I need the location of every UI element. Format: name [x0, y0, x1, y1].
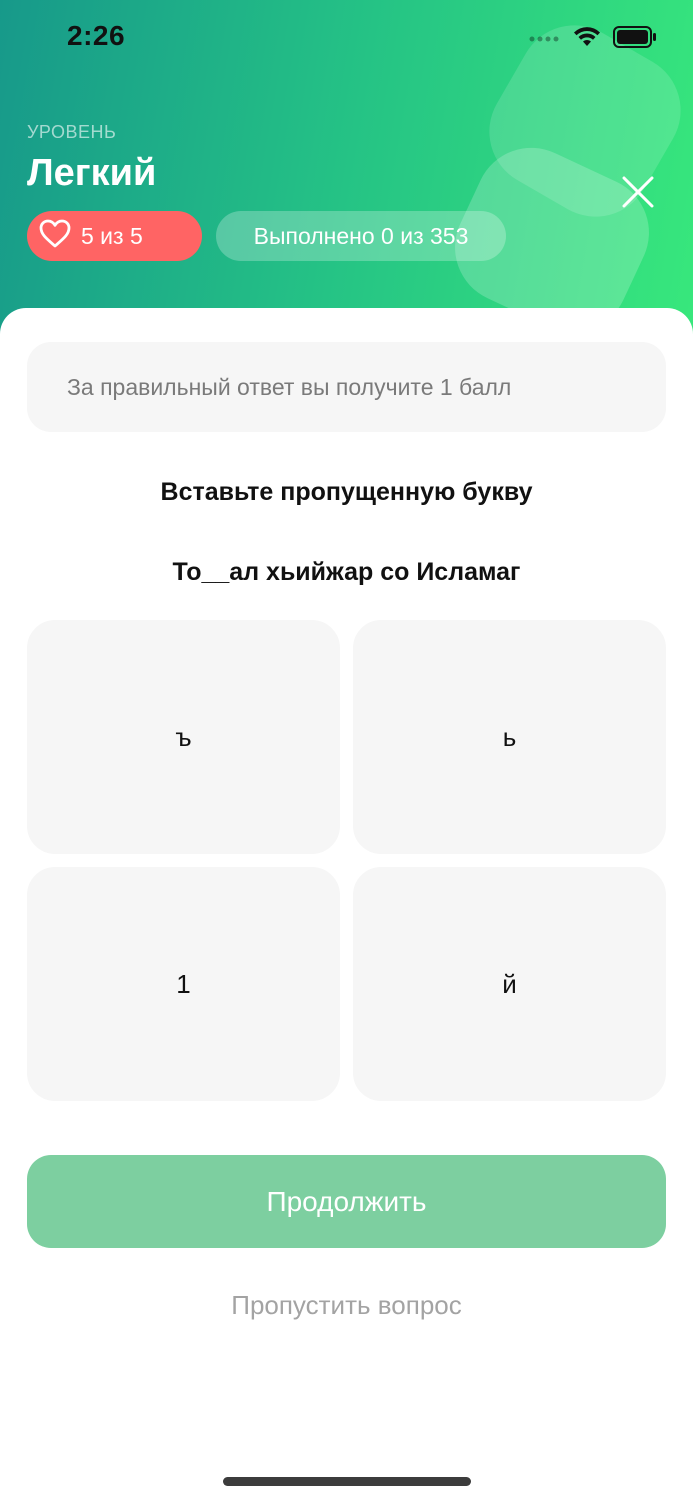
- answer-option-label: й: [502, 968, 517, 999]
- heart-icon: [39, 219, 71, 253]
- status-bar: 2:26: [0, 0, 693, 80]
- question-text: То__ал хьийжар со Исламаг: [172, 558, 521, 586]
- answer-option[interactable]: ь: [353, 620, 666, 854]
- battery-icon: [613, 26, 657, 53]
- answer-option-label: ь: [502, 721, 517, 752]
- answer-option-label: ъ: [175, 721, 192, 752]
- answer-option-label: 1: [176, 968, 191, 999]
- continue-button[interactable]: Продолжить: [27, 1155, 666, 1248]
- lives-badge: 5 из 5: [27, 211, 202, 261]
- wifi-icon: [573, 26, 601, 53]
- level-label: УРОВЕНЬ: [27, 122, 117, 142]
- question-instruction: Вставьте пропущенную букву: [160, 478, 533, 506]
- close-button[interactable]: [618, 172, 658, 212]
- answer-option[interactable]: ъ: [27, 620, 340, 854]
- header: 2:26 УРОВЕНЬ Легкий 5 из 5 Выполнено 0 и…: [0, 0, 693, 360]
- lives-count: 5 из 5: [81, 222, 143, 249]
- home-indicator[interactable]: [223, 1477, 471, 1486]
- continue-button-label: Продолжить: [266, 1185, 427, 1217]
- answer-option[interactable]: й: [353, 867, 666, 1101]
- quiz-sheet: За правильный ответ вы получите 1 балл В…: [0, 308, 693, 1500]
- status-icons: [529, 26, 657, 53]
- quiz-screen: 2:26 УРОВЕНЬ Легкий 5 из 5 Выполнено 0 и…: [0, 0, 693, 1500]
- answer-option[interactable]: 1: [27, 867, 340, 1101]
- close-icon: [622, 176, 654, 208]
- progress-count: Выполнено 0 из 353: [253, 222, 469, 249]
- status-time: 2:26: [67, 20, 126, 51]
- progress-badge: Выполнено 0 из 353: [216, 211, 506, 261]
- skip-question-link[interactable]: Пропустить вопрос: [0, 1290, 693, 1321]
- signal-icon: [529, 31, 561, 49]
- info-text: За правильный ответ вы получите 1 балл: [67, 373, 512, 400]
- level-title: Легкий: [27, 152, 157, 194]
- info-banner: За правильный ответ вы получите 1 балл: [27, 342, 666, 432]
